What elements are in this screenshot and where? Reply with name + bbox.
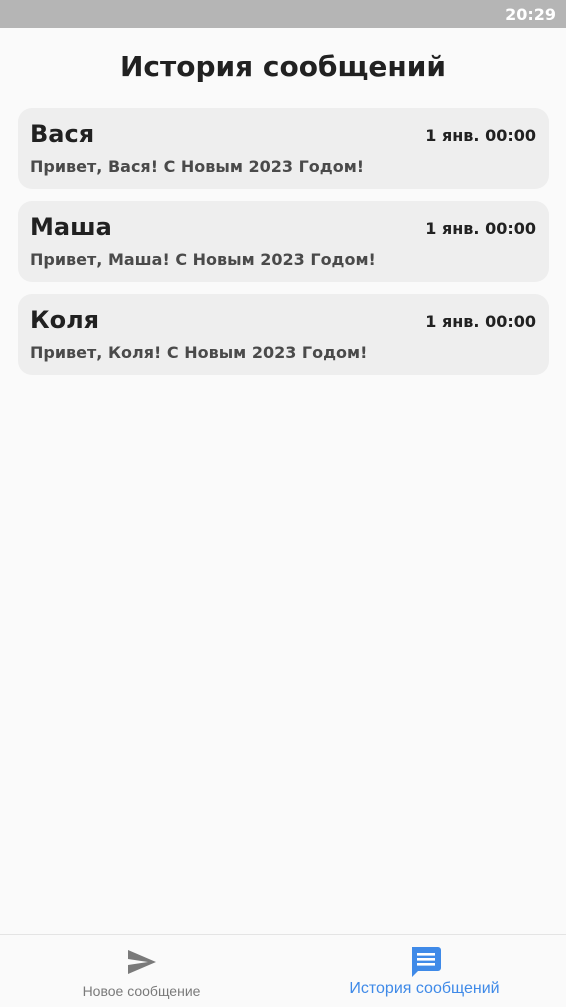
message-time: 1 янв. 00:00: [425, 312, 536, 331]
list-item[interactable]: Вася 1 янв. 00:00 Привет, Вася! С Новым …: [18, 108, 549, 189]
message-time: 1 янв. 00:00: [425, 219, 536, 238]
page-title: История сообщений: [119, 50, 447, 83]
message-icon: [411, 947, 441, 977]
message-text: Привет, Вася! С Новым 2023 Годом!: [30, 157, 365, 176]
message-list: Вася 1 янв. 00:00 Привет, Вася! С Новым …: [18, 108, 549, 387]
nav-message-history[interactable]: История сообщений: [283, 935, 566, 1007]
status-bar: 20:29: [0, 0, 566, 28]
message-time: 1 янв. 00:00: [425, 126, 536, 145]
nav-new-message[interactable]: Новое сообщение: [0, 935, 283, 1007]
bottom-nav: Новое сообщение История сообщений: [0, 934, 566, 1007]
list-item[interactable]: Маша 1 янв. 00:00 Привет, Маша! С Новым …: [18, 201, 549, 282]
message-sender: Коля: [30, 306, 100, 334]
message-sender: Маша: [30, 213, 112, 241]
status-time: 20:29: [505, 5, 556, 24]
send-icon: [127, 950, 156, 974]
message-sender: Вася: [30, 120, 95, 148]
nav-label-new-message: Новое сообщение: [82, 983, 201, 999]
nav-label-message-history: История сообщений: [349, 980, 500, 997]
list-item[interactable]: Коля 1 янв. 00:00 Привет, Коля! С Новым …: [18, 294, 549, 375]
message-text: Привет, Коля! С Новым 2023 Годом!: [30, 343, 368, 362]
message-text: Привет, Маша! С Новым 2023 Годом!: [30, 250, 376, 269]
